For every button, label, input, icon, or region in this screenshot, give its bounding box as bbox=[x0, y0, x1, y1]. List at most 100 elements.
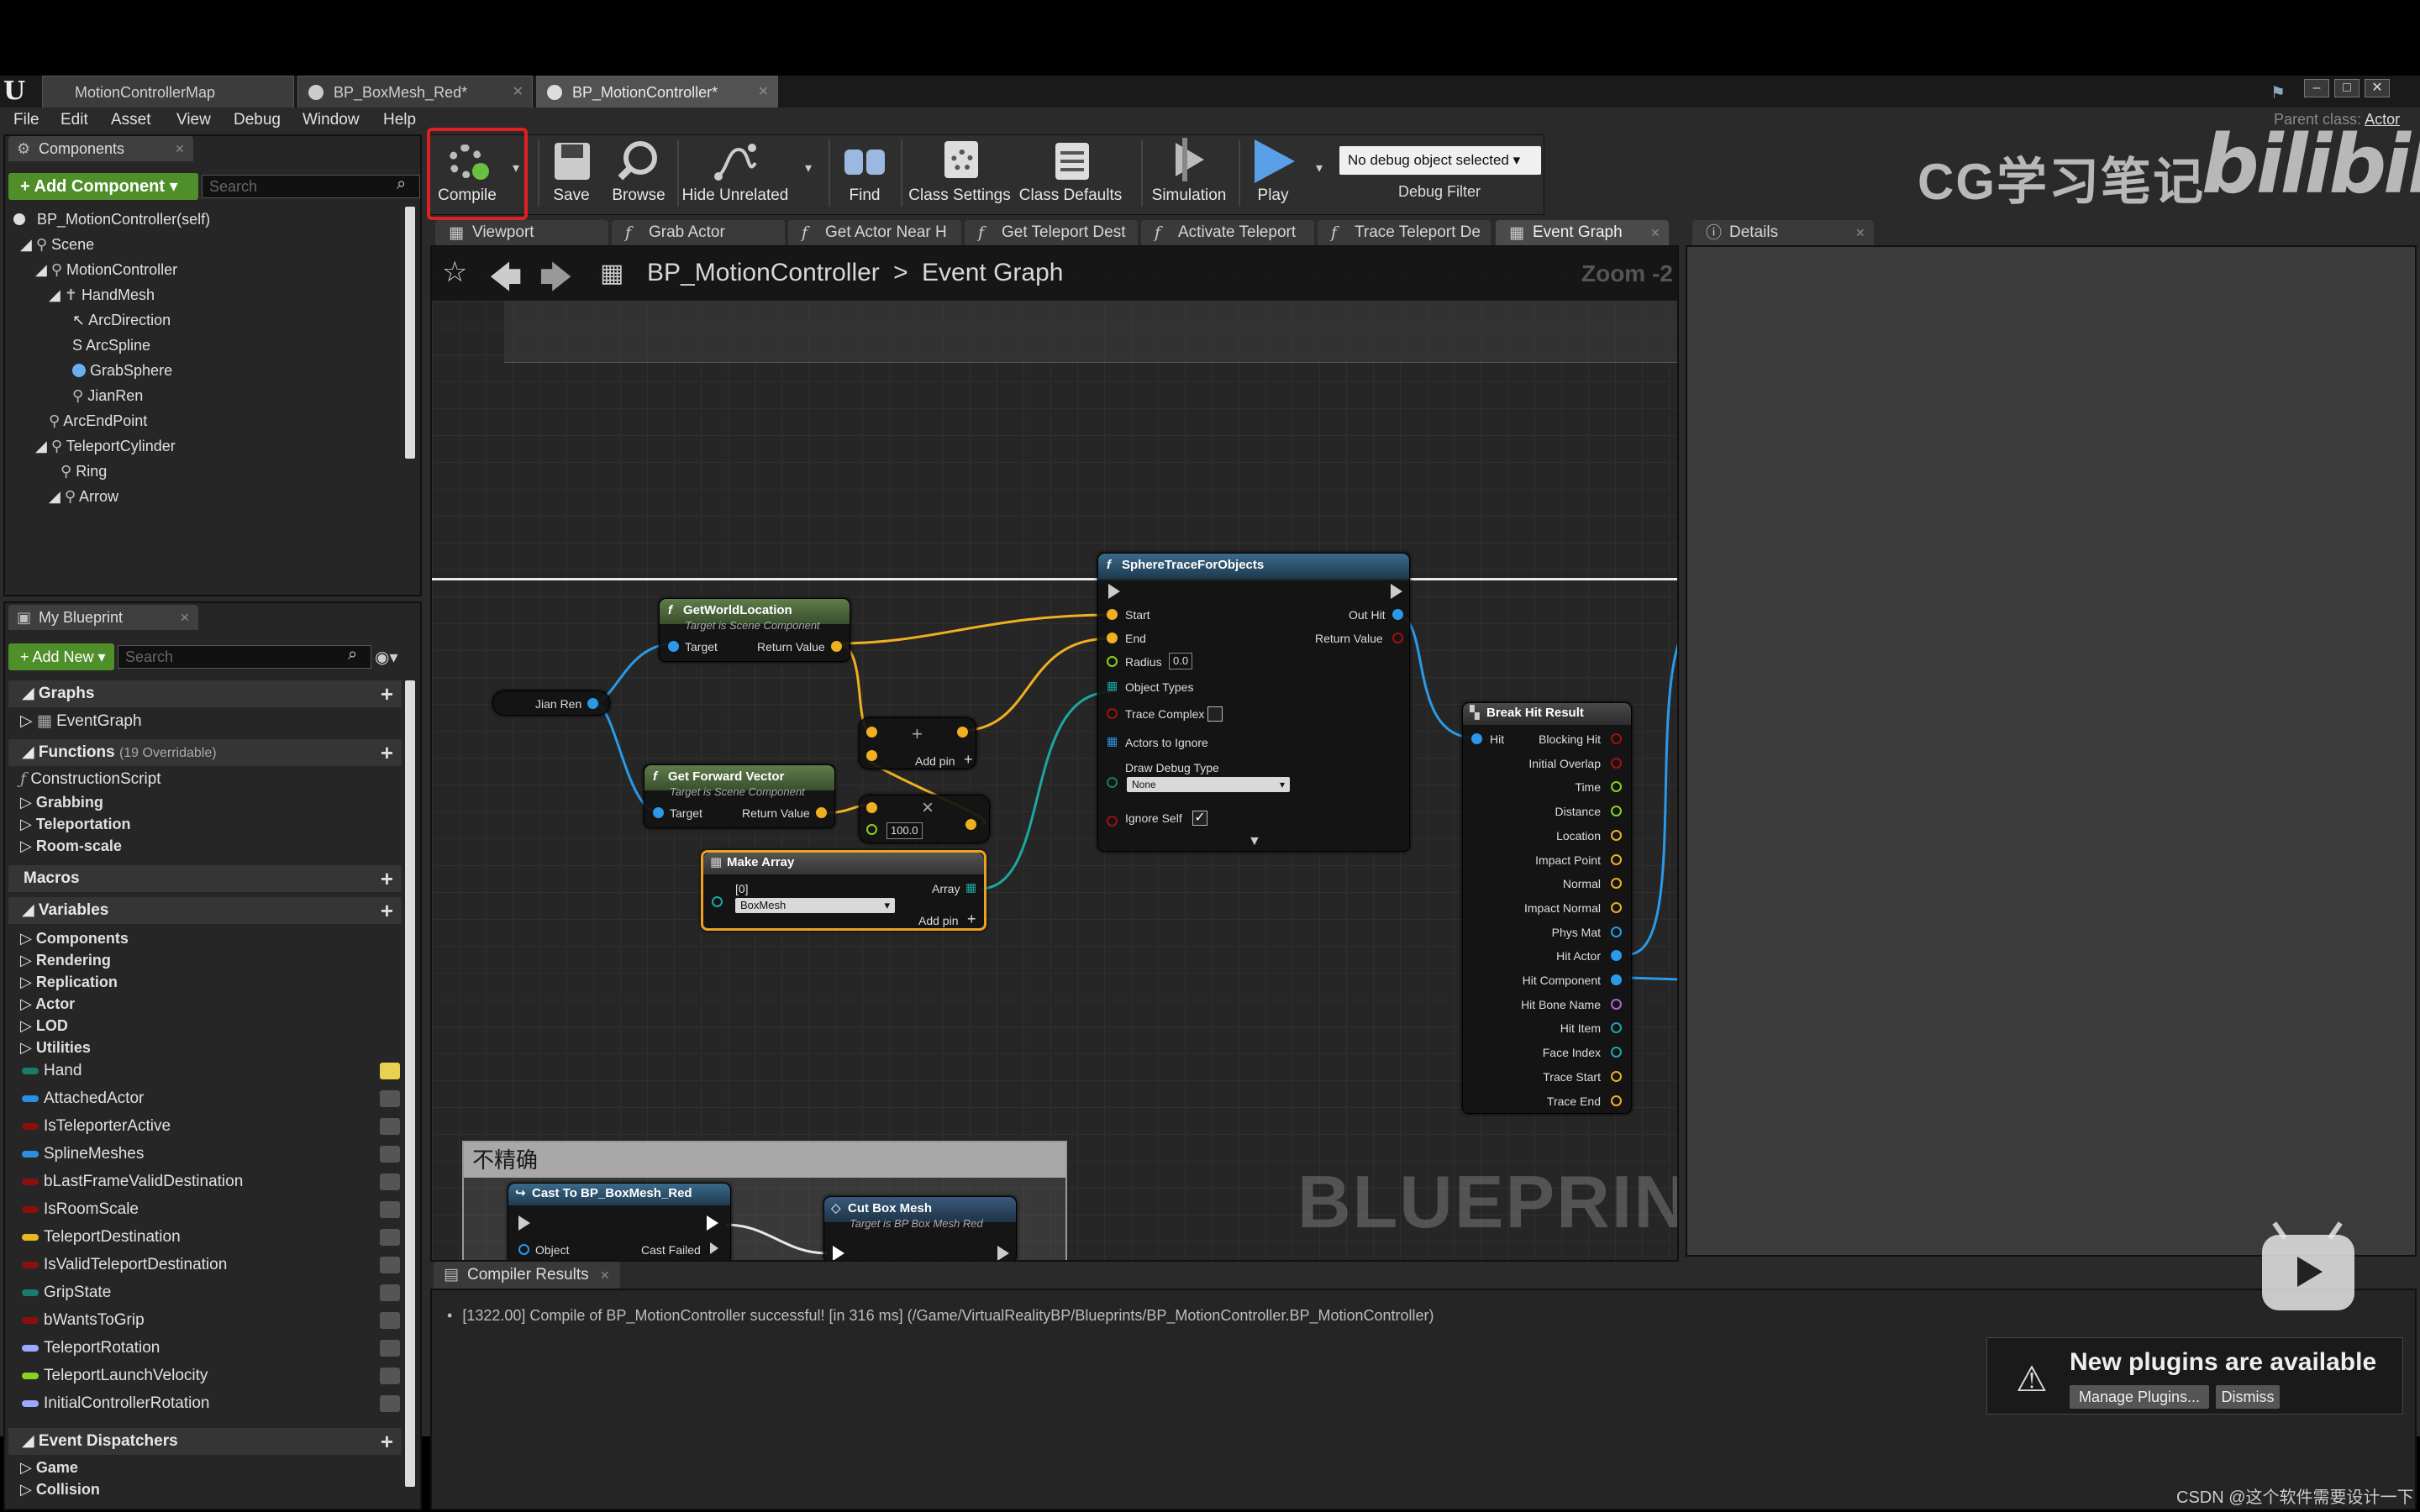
break-hit-output-pin[interactable] bbox=[1611, 926, 1622, 937]
draw-debug-type-select[interactable]: None ▾ bbox=[1127, 777, 1290, 792]
tab-get-teleport-destination[interactable]: f Get Teleport Dest bbox=[965, 220, 1138, 245]
ignore-self-checkbox[interactable]: ✓ bbox=[1192, 811, 1207, 826]
compiler-message[interactable]: • [1322.00] Compile of BP_MotionControlle… bbox=[447, 1307, 1434, 1325]
compiler-results-tab[interactable]: ▤ Compiler Results ✕ bbox=[434, 1262, 620, 1289]
node-break-hit-result[interactable]: ▚ Break Hit Result Hit Blocking Hit Initia… bbox=[1462, 702, 1632, 1114]
break-hit-output-pin[interactable] bbox=[1611, 1047, 1622, 1058]
add-pin-plus-icon[interactable]: + bbox=[967, 911, 976, 927]
pin-out-hit[interactable] bbox=[1392, 609, 1403, 620]
tree-item-arcdirection[interactable]: ↖ ArcDirection bbox=[72, 309, 171, 331]
variables-section[interactable]: ◢ Variables + bbox=[8, 897, 402, 924]
variable-item[interactable]: IsRoomScale bbox=[5, 1197, 400, 1222]
variable-item[interactable]: IsTeleporterActive bbox=[5, 1114, 400, 1139]
pin-draw-debug[interactable] bbox=[1107, 777, 1118, 788]
variable-item[interactable]: GripState bbox=[5, 1280, 400, 1305]
visibility-eye-closed-icon[interactable] bbox=[380, 1118, 400, 1135]
pin-cast-failed[interactable] bbox=[710, 1242, 718, 1254]
visibility-eye-closed-icon[interactable] bbox=[380, 1201, 400, 1218]
close-window-button[interactable]: ✕ bbox=[2365, 79, 2390, 97]
break-hit-output-pin[interactable] bbox=[1611, 950, 1622, 962]
expand-chevron-icon[interactable]: ▼ bbox=[1248, 834, 1261, 849]
pin-start[interactable] bbox=[1107, 609, 1118, 620]
radius-value-input[interactable]: 0.0 bbox=[1169, 653, 1193, 669]
category-game[interactable]: ▷ Game bbox=[20, 1457, 78, 1478]
graphs-section[interactable]: ◢ Graphs + bbox=[8, 680, 402, 707]
break-hit-output-pin[interactable] bbox=[1611, 829, 1622, 841]
doc-tab-motioncontrollermap[interactable]: MotionControllerMap bbox=[42, 76, 294, 108]
function-constructionscript[interactable]: ƒ ConstructionScript bbox=[20, 768, 161, 790]
add-function-icon[interactable]: + bbox=[381, 739, 393, 766]
play-options-chevron-icon[interactable]: ▾ bbox=[1316, 160, 1323, 176]
tab-viewport[interactable]: ▦ Viewport bbox=[435, 220, 608, 245]
event-dispatchers-section[interactable]: ◢ Event Dispatchers + bbox=[8, 1428, 402, 1455]
node-sphere-trace-for-objects[interactable]: f SphereTraceForObjects Start End Radius … bbox=[1097, 553, 1410, 852]
node-get-forward-vector[interactable]: f Get Forward Vector Target is Scene Compo… bbox=[644, 764, 835, 828]
break-hit-output-pin[interactable] bbox=[1611, 1022, 1622, 1034]
category-room-scale[interactable]: ▷ Room-scale bbox=[20, 835, 122, 857]
tree-item-arrow[interactable]: ◢ ⚲ Arrow bbox=[49, 486, 118, 507]
pin-exec-out[interactable] bbox=[1391, 584, 1402, 599]
break-hit-output-pin[interactable] bbox=[1611, 998, 1622, 1010]
visibility-eye-closed-icon[interactable] bbox=[380, 1395, 400, 1412]
menu-asset[interactable]: Asset bbox=[111, 109, 151, 131]
pin-target[interactable] bbox=[653, 807, 664, 818]
multiply-value-input[interactable]: 100.0 bbox=[886, 822, 923, 839]
pin-return-value[interactable] bbox=[831, 641, 842, 652]
node-make-array[interactable]: ▦ Make Array [0] BoxMesh ▾ Array ▦ Add pin… bbox=[701, 850, 986, 931]
pin-end[interactable] bbox=[1107, 633, 1118, 643]
menu-edit[interactable]: Edit bbox=[60, 109, 88, 131]
class-settings-button[interactable]: Class Settings bbox=[908, 134, 1012, 210]
visibility-eye-closed-icon[interactable] bbox=[380, 1229, 400, 1246]
pin-trace-complex[interactable] bbox=[1107, 708, 1118, 719]
doc-tab-bp-boxmesh-red[interactable]: BP_BoxMesh_Red* ✕ bbox=[297, 76, 533, 108]
break-hit-output-pin[interactable] bbox=[1611, 1095, 1622, 1106]
pin-a[interactable] bbox=[866, 802, 877, 813]
debug-object-select[interactable]: No debug object selected ▾ bbox=[1339, 146, 1541, 175]
variable-item[interactable]: AttachedActor bbox=[5, 1086, 400, 1111]
manage-plugins-button[interactable]: Manage Plugins... bbox=[2070, 1385, 2209, 1409]
hide-unrelated-button[interactable]: Hide Unrelated bbox=[681, 134, 790, 210]
break-hit-output-pin[interactable] bbox=[1611, 901, 1622, 913]
break-hit-output-pin[interactable] bbox=[1611, 1070, 1622, 1082]
components-search-input[interactable]: Search bbox=[202, 175, 420, 198]
pin-object[interactable] bbox=[518, 1244, 529, 1255]
pin-exec-out[interactable] bbox=[707, 1215, 718, 1231]
tab-details[interactable]: ⓘ Details ✕ bbox=[1692, 220, 1874, 245]
pin-a[interactable] bbox=[866, 727, 877, 738]
pin-jian-ren-out[interactable] bbox=[587, 698, 598, 709]
node-cast-to-bp-boxmesh-red[interactable]: ↪ Cast To BP_BoxMesh_Red Object Cast Fail… bbox=[508, 1183, 731, 1260]
visibility-eye-closed-icon[interactable] bbox=[380, 1090, 400, 1107]
class-defaults-button[interactable]: Class Defaults bbox=[1018, 134, 1123, 210]
break-hit-output-pin[interactable] bbox=[1611, 733, 1622, 744]
menu-file[interactable]: File bbox=[13, 109, 39, 131]
visibility-eye-closed-icon[interactable] bbox=[380, 1257, 400, 1273]
tree-item-motioncontroller[interactable]: ◢ ⚲ MotionController bbox=[35, 259, 177, 281]
simulation-button[interactable]: Simulation bbox=[1144, 134, 1234, 210]
pin-exec-out[interactable] bbox=[997, 1246, 1009, 1260]
close-icon[interactable]: ✕ bbox=[175, 136, 185, 161]
search-icon[interactable]: ⌕ bbox=[397, 175, 406, 194]
minimize-button[interactable]: – bbox=[2304, 79, 2329, 97]
event-graph-canvas[interactable]: ☆ 🡄 🡆 ▦ BP_MotionController > Event Grap… bbox=[430, 245, 1679, 1262]
unreal-logo-icon[interactable]: U bbox=[3, 77, 32, 106]
tab-event-graph[interactable]: ▦ Event Graph ✕ bbox=[1496, 220, 1669, 245]
variable-item[interactable]: TeleportDestination bbox=[5, 1225, 400, 1250]
tree-item-teleportcylinder[interactable]: ◢ ⚲ TeleportCylinder bbox=[35, 435, 176, 457]
add-pin-plus-icon[interactable]: + bbox=[964, 752, 973, 767]
components-scrollbar[interactable] bbox=[405, 207, 415, 459]
visibility-eye-closed-icon[interactable] bbox=[380, 1284, 400, 1301]
break-hit-output-pin[interactable] bbox=[1611, 781, 1622, 793]
pin-return-value[interactable] bbox=[1392, 633, 1403, 643]
pin-radius[interactable] bbox=[1107, 656, 1118, 667]
break-hit-output-pin[interactable] bbox=[1611, 853, 1622, 865]
make-array-element-select[interactable]: BoxMesh ▾ bbox=[735, 898, 895, 913]
node-jian-ren[interactable]: Jian Ren bbox=[492, 690, 610, 716]
tree-item-handmesh[interactable]: ◢ ✝ HandMesh bbox=[49, 284, 155, 306]
pin-ignore-self[interactable] bbox=[1107, 816, 1118, 827]
array-pin-icon[interactable]: ▦ bbox=[1107, 678, 1118, 693]
variable-item[interactable]: InitialControllerRotation bbox=[5, 1391, 400, 1416]
pin-hit[interactable] bbox=[1471, 733, 1482, 744]
visibility-eye-closed-icon[interactable] bbox=[380, 1146, 400, 1163]
visibility-eye-closed-icon[interactable] bbox=[380, 1340, 400, 1357]
play-button[interactable]: Play bbox=[1244, 134, 1302, 210]
